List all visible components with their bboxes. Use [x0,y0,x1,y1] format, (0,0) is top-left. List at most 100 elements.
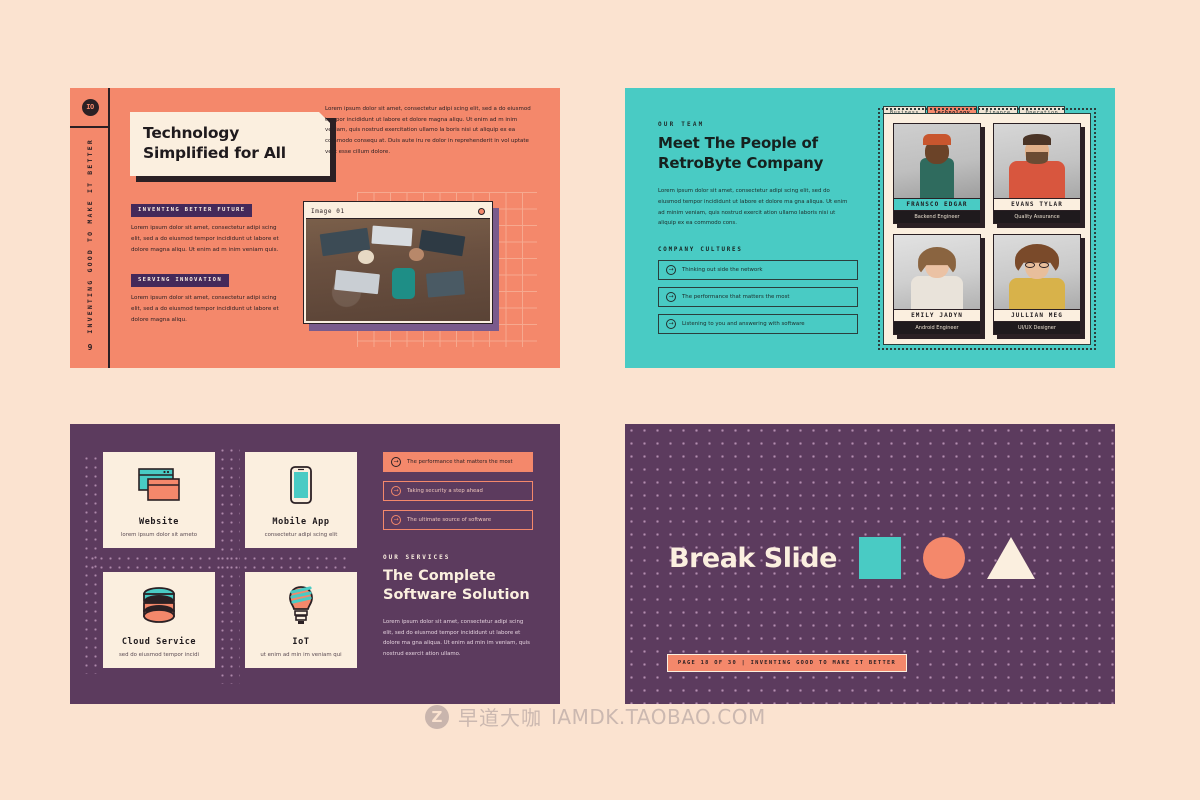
team-members-grid: FRANSCO EDGAR Backend Engineer EVANS TYL… [893,123,1085,339]
culture-item[interactable]: → The performance that matters the most [658,287,858,308]
slide-break[interactable]: Break Slide PAGE 18 OF 30 | INVENTING GO… [625,424,1115,704]
square-teal-shape [858,537,901,579]
team-member-card[interactable]: JULLIAN MEG UI/UX Designer [993,234,1085,339]
service-card-website[interactable]: Website lorem ipsum dolor sit ameto [103,452,215,548]
team-member-card[interactable]: FRANSCO EDGAR Backend Engineer [893,123,985,228]
team-members-panel: FRANSCO EDGAR Backend Engineer EVANS TYL… [878,108,1096,350]
dot-pattern-horizontal [88,554,348,572]
watermark-chinese-text: 早道大咖 [458,706,542,730]
slide2-title: Meet The People of RetroByte Company [658,134,858,173]
image-card-photo [306,219,490,321]
service-card-cloud-service[interactable]: Cloud Service sed do eiusmod tempor inci… [103,572,215,668]
image-card-label: Image 01 [311,207,345,215]
slide1-content: Technology Simplified for All Lorem ipsum… [125,88,560,368]
image-card[interactable]: Image 01 [303,201,493,324]
slide2-paragraph: Lorem ipsum dolor sit amet, consectetur … [658,188,848,227]
arrow-right-circle-icon: → [391,486,401,496]
service-list-item-label: The performance that matters the most [407,459,513,465]
page-title-line2: Simplified for All [143,144,286,162]
database-stack-icon [138,583,180,627]
service-card-subtitle: lorem ipsum dolor sit ameto [120,531,198,538]
team-member-card[interactable]: EMILY JADYN Android Engineer [893,234,985,339]
watermark-url-text: IAMDK.TAOBAO.COM [551,704,766,729]
slide2-kicker: OUR TEAM [658,121,705,128]
circle-salmon-shape [922,537,965,579]
feature-badge-1: INVENTING BETTER FUTURE [131,203,253,217]
culture-item-label: The performance that matters the most [682,294,790,301]
team-member-name: EVANS TYLAR [994,198,1080,211]
service-list-item-label: Taking security a step ahead [407,488,483,494]
company-cultures-heading: COMPANY CULTURES [658,247,743,254]
service-card-title: Website [138,516,180,527]
watermark-logo-icon: Z [425,704,449,729]
avatar [894,235,980,309]
culture-item-label: Listening to you and answering with soft… [682,321,805,328]
break-slide-footer: PAGE 18 OF 30 | INVENTING GOOD TO MAKE I… [667,654,907,672]
service-card-iot[interactable]: IoT ut enim ad min im veniam qui [245,572,357,668]
avatar [994,124,1080,198]
culture-item-label: Thinking out side the network [682,267,763,274]
team-member-card[interactable]: EVANS TYLAR Quality Assurance [993,123,1085,228]
brand-logo-icon: IO [81,98,99,116]
culture-item[interactable]: → Listening to you and answering with so… [658,314,858,335]
slide2-title-line2: RetroByte Company [658,153,824,172]
service-card-title: Mobile App [272,516,330,527]
close-dot-icon[interactable] [478,207,485,215]
service-card-mobile-app[interactable]: Mobile App consectetur adipi scing elit [245,452,357,548]
service-list-item-performance[interactable]: → The performance that matters the most [383,452,533,472]
feature-block-2: SERVING INNOVATION Lorem ipsum dolor sit… [131,266,281,326]
service-list-item-security[interactable]: → Taking security a step ahead [383,481,533,501]
break-slide-headline-row: Break Slide [669,537,1035,579]
feature-text-1: Lorem ipsum dolor sit amet, consectetur … [131,224,279,253]
service-card-title: IoT [292,636,310,647]
slide3-title: The Complete Software Solution [383,567,533,605]
break-slide-title: Break Slide [669,542,837,574]
slide3-paragraph: Lorem ipsum dolor sit amet, consectetur … [383,618,530,658]
feature-text-2: Lorem ipsum dolor sit amet, consectetur … [131,294,279,323]
avatar [894,124,980,198]
triangle-cream-shape [986,537,1035,579]
service-list-item-label: The ultimate source of software [407,517,492,523]
slide3-title-line2: Software Solution [383,586,530,603]
watermark: Z 早道大咖 IAMDK.TAOBAO.COM [425,702,766,731]
lightbulb-icon [285,583,317,627]
slide2-left-column: OUR TEAM Meet The People of RetroByte Co… [658,121,858,335]
browser-windows-icon [136,463,182,507]
arrow-right-circle-icon: → [666,292,676,303]
slides-canvas: IO INVENTING GOOD TO MAKE IT BETTER 9 Te… [0,0,1200,800]
team-member-role: Quality Assurance [994,211,1080,223]
slide-software-solution[interactable]: Website lorem ipsum dolor sit ameto Mobi… [70,424,560,704]
page-title: Technology Simplified for All [143,124,286,164]
culture-item[interactable]: → Thinking out side the network [658,260,858,281]
team-member-name: JULLIAN MEG [994,309,1080,322]
slide1-title-card: Technology Simplified for All [130,112,330,176]
image-card-titlebar: Image 01 [306,204,490,219]
slide1-page-number: 9 [87,343,93,352]
vertical-tagline-text: INVENTING GOOD TO MAKE IT BETTER [86,138,94,334]
slide1-logo-cell: IO [70,88,110,128]
avatar [994,235,1080,309]
slide1-vertical-tagline: INVENTING GOOD TO MAKE IT BETTER [70,136,110,336]
arrow-right-circle-icon: → [666,265,676,276]
arrow-right-circle-icon: → [391,515,401,525]
service-card-subtitle: ut enim ad min im veniam qui [260,651,342,658]
slide3-right-column: → The performance that matters the most … [383,452,533,660]
team-member-name: FRANSCO EDGAR [894,198,980,211]
feature-block-1: INVENTING BETTER FUTURE Lorem ipsum dolo… [131,196,281,256]
slide-technology-simplified[interactable]: IO INVENTING GOOD TO MAKE IT BETTER 9 Te… [70,88,560,368]
service-list-item-source[interactable]: → The ultimate source of software [383,510,533,530]
team-member-name: EMILY JADYN [894,309,980,322]
smartphone-icon [289,463,313,507]
team-member-role: UI/UX Designer [994,322,1080,334]
slide1-feature-blocks: INVENTING BETTER FUTURE Lorem ipsum dolo… [131,196,281,326]
break-slide-footer-text: PAGE 18 OF 30 | INVENTING GOOD TO MAKE I… [677,660,897,666]
team-member-role: Backend Engineer [894,211,980,223]
slide-meet-the-team[interactable]: OUR TEAM Meet The People of RetroByte Co… [625,88,1115,368]
team-member-role: Android Engineer [894,322,980,334]
slide1-side-rail: IO INVENTING GOOD TO MAKE IT BETTER 9 [70,88,110,368]
slide1-intro-paragraph: Lorem ipsum dolor sit amet, consectetur … [325,106,531,155]
slide2-title-line1: Meet The People of [658,134,818,152]
arrow-right-circle-icon: → [666,319,676,330]
slide3-title-line1: The Complete [383,568,496,584]
service-card-subtitle: consectetur adipi scing elit [264,531,338,538]
